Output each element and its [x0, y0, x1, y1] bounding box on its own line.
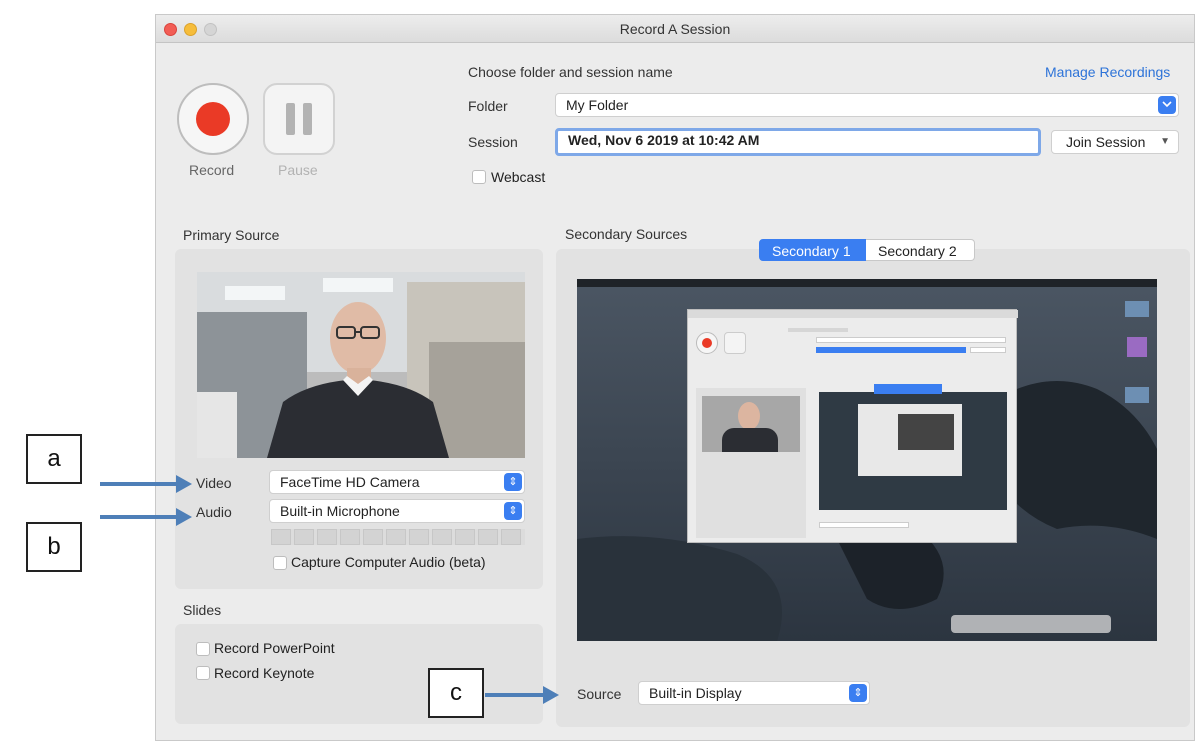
- video-value: FaceTime HD Camera: [280, 474, 420, 490]
- session-name-value: Wed, Nov 6 2019 at 10:42 AM: [568, 132, 760, 148]
- video-select[interactable]: FaceTime HD Camera ⇕: [269, 470, 525, 494]
- pause-button[interactable]: [263, 83, 335, 155]
- folder-select[interactable]: My Folder: [555, 93, 1179, 117]
- arrow-c: [485, 686, 559, 704]
- folder-value: My Folder: [566, 97, 629, 113]
- callout-b: b: [26, 522, 82, 572]
- secondary-sources-title: Secondary Sources: [565, 226, 688, 242]
- callout-a: a: [26, 434, 82, 484]
- select-chevron-icon: [1158, 96, 1176, 114]
- session-heading: Choose folder and session name: [468, 64, 673, 80]
- updown-chevron-icon: ⇕: [504, 502, 522, 520]
- audio-value: Built-in Microphone: [280, 503, 400, 519]
- manage-recordings-link[interactable]: Manage Recordings: [1045, 64, 1170, 80]
- updown-chevron-icon: ⇕: [504, 473, 522, 491]
- source-value: Built-in Display: [649, 685, 742, 701]
- record-session-window: Record A Session Record Pause Choose fol…: [155, 14, 1195, 741]
- record-keynote-checkbox[interactable]: [196, 666, 210, 680]
- callout-c: c: [428, 668, 484, 718]
- chevron-down-icon: ▼: [1160, 136, 1170, 147]
- capture-audio-checkbox[interactable]: [273, 556, 287, 570]
- session-name-input[interactable]: Wed, Nov 6 2019 at 10:42 AM: [555, 128, 1041, 156]
- slides-title: Slides: [183, 602, 222, 618]
- camera-preview: [197, 272, 525, 458]
- webcast-label: Webcast: [491, 169, 546, 185]
- audio-select[interactable]: Built-in Microphone ⇕: [269, 499, 525, 523]
- pause-icon: [286, 103, 295, 135]
- record-label: Record: [189, 162, 235, 178]
- record-keynote-label: Record Keynote: [214, 665, 315, 681]
- pause-icon-bar: [303, 103, 312, 135]
- pause-label: Pause: [278, 162, 318, 178]
- arrow-a: [100, 475, 192, 493]
- join-session-label: Join Session: [1066, 134, 1146, 150]
- folder-label: Folder: [468, 98, 508, 114]
- record-dot-icon: [196, 102, 230, 136]
- nested-window-preview: [687, 309, 1018, 543]
- join-session-button[interactable]: Join Session ▼: [1051, 130, 1179, 154]
- source-label: Source: [577, 686, 622, 702]
- video-label: Video: [196, 475, 232, 491]
- primary-source-title: Primary Source: [183, 227, 280, 243]
- updown-chevron-icon: ⇕: [849, 684, 867, 702]
- screen-toolbar-preview: [951, 615, 1111, 633]
- arrow-b: [100, 508, 192, 526]
- audio-level-meter: [271, 529, 525, 545]
- source-select[interactable]: Built-in Display ⇕: [638, 681, 870, 705]
- record-powerpoint-label: Record PowerPoint: [214, 640, 335, 656]
- window-title: Record A Session: [619, 21, 731, 37]
- capture-audio-label: Capture Computer Audio (beta): [291, 554, 486, 570]
- tab-secondary-2[interactable]: Secondary 2: [866, 239, 975, 261]
- secondary-tabs: Secondary 1 Secondary 2: [759, 239, 975, 261]
- record-button[interactable]: [177, 83, 249, 155]
- audio-label: Audio: [196, 504, 232, 520]
- tab-secondary-1[interactable]: Secondary 1: [759, 239, 866, 261]
- title-bar: Record A Session: [156, 15, 1194, 43]
- session-label: Session: [468, 134, 518, 150]
- webcast-checkbox[interactable]: [472, 170, 486, 184]
- screen-preview: [577, 279, 1157, 641]
- record-powerpoint-checkbox[interactable]: [196, 642, 210, 656]
